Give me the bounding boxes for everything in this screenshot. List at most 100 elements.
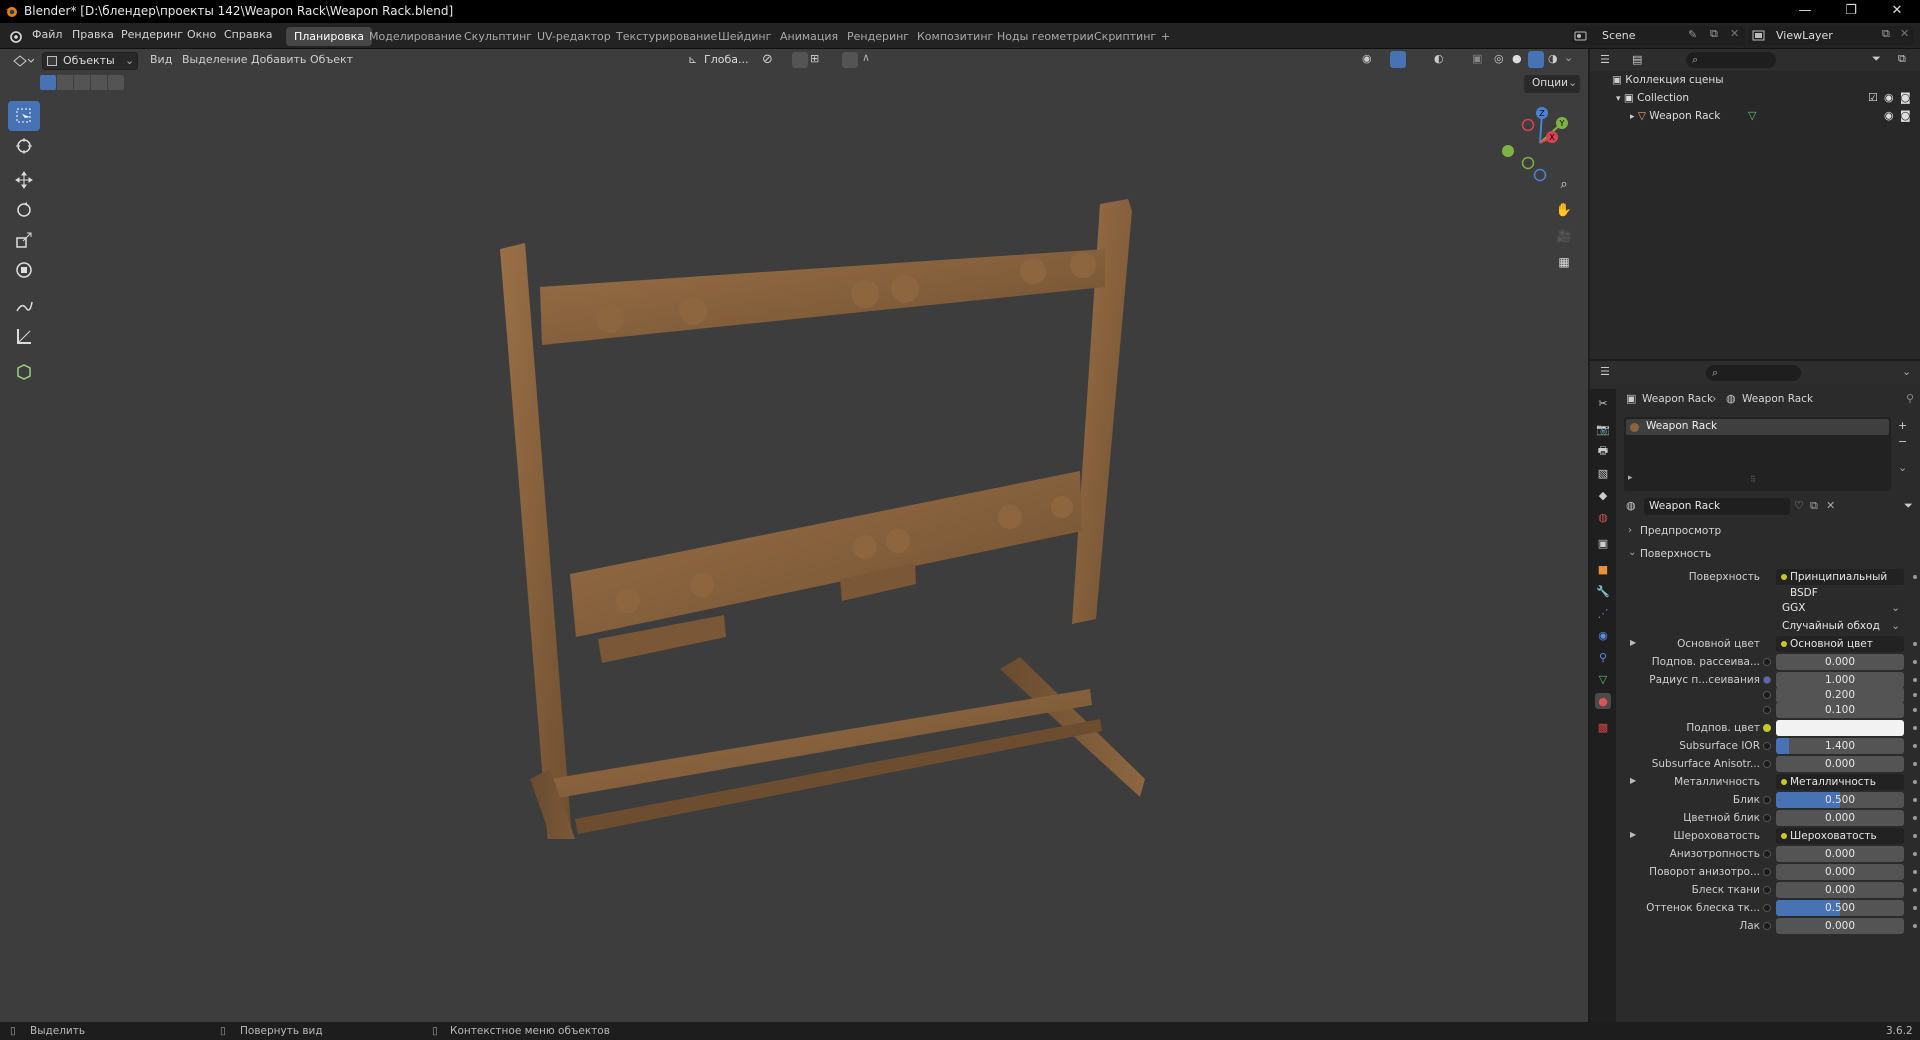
select-dropdown[interactable]: GGX ⌄: [1776, 600, 1904, 616]
camera-render-icon[interactable]: ◙: [1900, 91, 1911, 104]
material-name-field[interactable]: Weapon Rack: [1644, 498, 1790, 515]
pan-view-button[interactable]: ✋: [1553, 199, 1575, 221]
add-slot-icon[interactable]: +: [1898, 419, 1907, 432]
delete-view-layer-icon[interactable]: ✕: [1900, 27, 1909, 40]
eye-icon[interactable]: ◉: [1884, 91, 1894, 104]
camera-view-button[interactable]: 🎥: [1553, 225, 1575, 247]
number-field[interactable]: 0.500: [1776, 900, 1904, 916]
menu-help[interactable]: Справка: [224, 28, 272, 41]
socket-icon[interactable]: [1763, 868, 1771, 876]
keyframe-dot-icon[interactable]: [1913, 693, 1917, 697]
menu-render[interactable]: Рендеринг: [121, 28, 183, 41]
socket-icon[interactable]: [1763, 706, 1771, 714]
keyframe-dot-icon[interactable]: [1913, 678, 1917, 682]
tab-rendering[interactable]: Рендеринг: [839, 27, 917, 46]
socket-icon[interactable]: [1763, 742, 1771, 750]
material-slot-list[interactable]: Weapon Rack ▸ ⠿: [1624, 417, 1891, 491]
socket-icon[interactable]: [1763, 691, 1771, 699]
fake-user-icon[interactable]: ♡: [1794, 499, 1804, 512]
material-slot[interactable]: Weapon Rack: [1626, 419, 1889, 435]
menu-select[interactable]: Выделение: [182, 53, 248, 66]
overlay-icon[interactable]: ◐: [1434, 52, 1444, 65]
number-field[interactable]: 0.000: [1776, 882, 1904, 898]
keyframe-dot-icon[interactable]: [1913, 834, 1917, 838]
keyframe-dot-icon[interactable]: [1913, 726, 1917, 730]
socket-icon[interactable]: [1763, 724, 1771, 732]
number-field[interactable]: 0.100: [1776, 702, 1904, 718]
tab-compositing[interactable]: Композитинг: [909, 27, 1001, 46]
outliner-editor-icon[interactable]: ☰: [1600, 53, 1610, 66]
number-field[interactable]: 1.400: [1776, 738, 1904, 754]
outliner-object-weapon-rack[interactable]: ▸ ▽ Weapon Rack: [1630, 107, 1720, 125]
cursor-tool[interactable]: [8, 131, 40, 161]
blender-menu-icon[interactable]: [8, 29, 22, 43]
surface-panel-header[interactable]: ⌄ Поверхность: [1622, 546, 1920, 564]
keyframe-dot-icon[interactable]: [1913, 906, 1917, 910]
outliner-search-input[interactable]: ⌕: [1686, 52, 1776, 68]
world-tab-icon[interactable]: ◍: [1595, 509, 1611, 525]
perspective-toggle-button[interactable]: ▦: [1553, 251, 1575, 273]
socket-icon[interactable]: [1763, 658, 1771, 666]
outliner-collection[interactable]: ▾ ▣ Collection: [1616, 89, 1689, 107]
falloff-icon[interactable]: ∧: [862, 51, 870, 64]
keyframe-dot-icon[interactable]: [1913, 780, 1917, 784]
number-field[interactable]: 0.000: [1776, 654, 1904, 670]
delete-scene-icon[interactable]: ✕: [1730, 27, 1739, 40]
snap-icon[interactable]: [792, 52, 808, 68]
move-tool[interactable]: [8, 165, 40, 195]
display-mode-icon[interactable]: ▤: [1632, 53, 1642, 66]
xray-icon[interactable]: ▣: [1472, 52, 1482, 65]
expand-arrow-icon[interactable]: ▶: [1630, 776, 1636, 785]
duplicate-material-icon[interactable]: ⧉: [1810, 499, 1818, 513]
keyframe-dot-icon[interactable]: [1913, 888, 1917, 892]
socket-icon[interactable]: [1763, 886, 1771, 894]
chevron-right-icon[interactable]: ▸: [1630, 112, 1635, 122]
number-field[interactable]: 0.000: [1776, 864, 1904, 880]
editor-type-icon[interactable]: [12, 53, 34, 69]
expand-arrow-icon[interactable]: ▶: [1630, 638, 1636, 647]
keyframe-dot-icon[interactable]: [1913, 744, 1917, 748]
number-field[interactable]: 0.000: [1776, 846, 1904, 862]
select-invert-icon[interactable]: [91, 75, 107, 90]
linked-input-field[interactable]: Металличность: [1776, 774, 1904, 790]
chevron-down-icon[interactable]: ▾: [1616, 94, 1621, 104]
maximize-button[interactable]: ❐: [1828, 0, 1874, 23]
tab-geometry-nodes[interactable]: Ноды геометрии: [989, 27, 1102, 46]
rendered-shading-icon[interactable]: ◑: [1548, 52, 1558, 65]
linked-input-field[interactable]: Принципиальный BSDF: [1776, 569, 1904, 599]
new-collection-icon[interactable]: ⧉: [1898, 52, 1906, 66]
keyframe-dot-icon[interactable]: [1913, 852, 1917, 856]
number-field[interactable]: 0.500: [1776, 792, 1904, 808]
add-workspace-button[interactable]: +: [1153, 27, 1178, 46]
snap-target-icon[interactable]: ⊞: [810, 52, 819, 65]
weapon-rack-model[interactable]: [480, 139, 1200, 839]
solid-shading-icon[interactable]: ●: [1512, 52, 1522, 65]
menu-view[interactable]: Вид: [150, 53, 172, 66]
render-tab-icon[interactable]: 📷: [1595, 421, 1611, 437]
tab-sculpting[interactable]: Скульптинг: [456, 27, 540, 46]
add-cube-tool[interactable]: [8, 357, 40, 387]
filter-icon[interactable]: ⏷: [1872, 52, 1881, 66]
tab-shading[interactable]: Шейдинг: [710, 27, 779, 46]
browse-material-icon[interactable]: ◍: [1626, 499, 1636, 512]
mode-dropdown[interactable]: Объекты ⌄: [42, 52, 138, 70]
scene-tab-icon[interactable]: ◆: [1595, 487, 1611, 503]
wireframe-shading-icon[interactable]: ◎: [1494, 52, 1504, 65]
slot-link-icon[interactable]: ⏷: [1904, 499, 1913, 513]
options-button[interactable]: Опции ⌄: [1524, 75, 1580, 93]
eye-icon[interactable]: ◉: [1884, 109, 1894, 122]
unlink-material-icon[interactable]: ✕: [1826, 499, 1835, 512]
keyframe-dot-icon[interactable]: [1913, 816, 1917, 820]
tab-animation[interactable]: Анимация: [772, 27, 846, 46]
collection-tab-icon[interactable]: ▣: [1595, 535, 1611, 551]
tab-modeling[interactable]: Моделирование: [361, 27, 470, 46]
chevron-down-icon[interactable]: ⌄: [1902, 365, 1911, 378]
tool-tab-icon[interactable]: ✂: [1595, 395, 1611, 411]
keyframe-dot-icon[interactable]: [1913, 660, 1917, 664]
3d-viewport[interactable]: Объекты ⌄ Вид Выделение Добавить Объект …: [0, 49, 1588, 1022]
pin-icon[interactable]: ✎: [1688, 28, 1697, 41]
material-shading-icon[interactable]: [1528, 51, 1544, 68]
socket-icon[interactable]: [1763, 676, 1771, 684]
chevron-right-icon[interactable]: ▸: [1628, 473, 1633, 483]
expand-arrow-icon[interactable]: ▶: [1630, 830, 1636, 839]
